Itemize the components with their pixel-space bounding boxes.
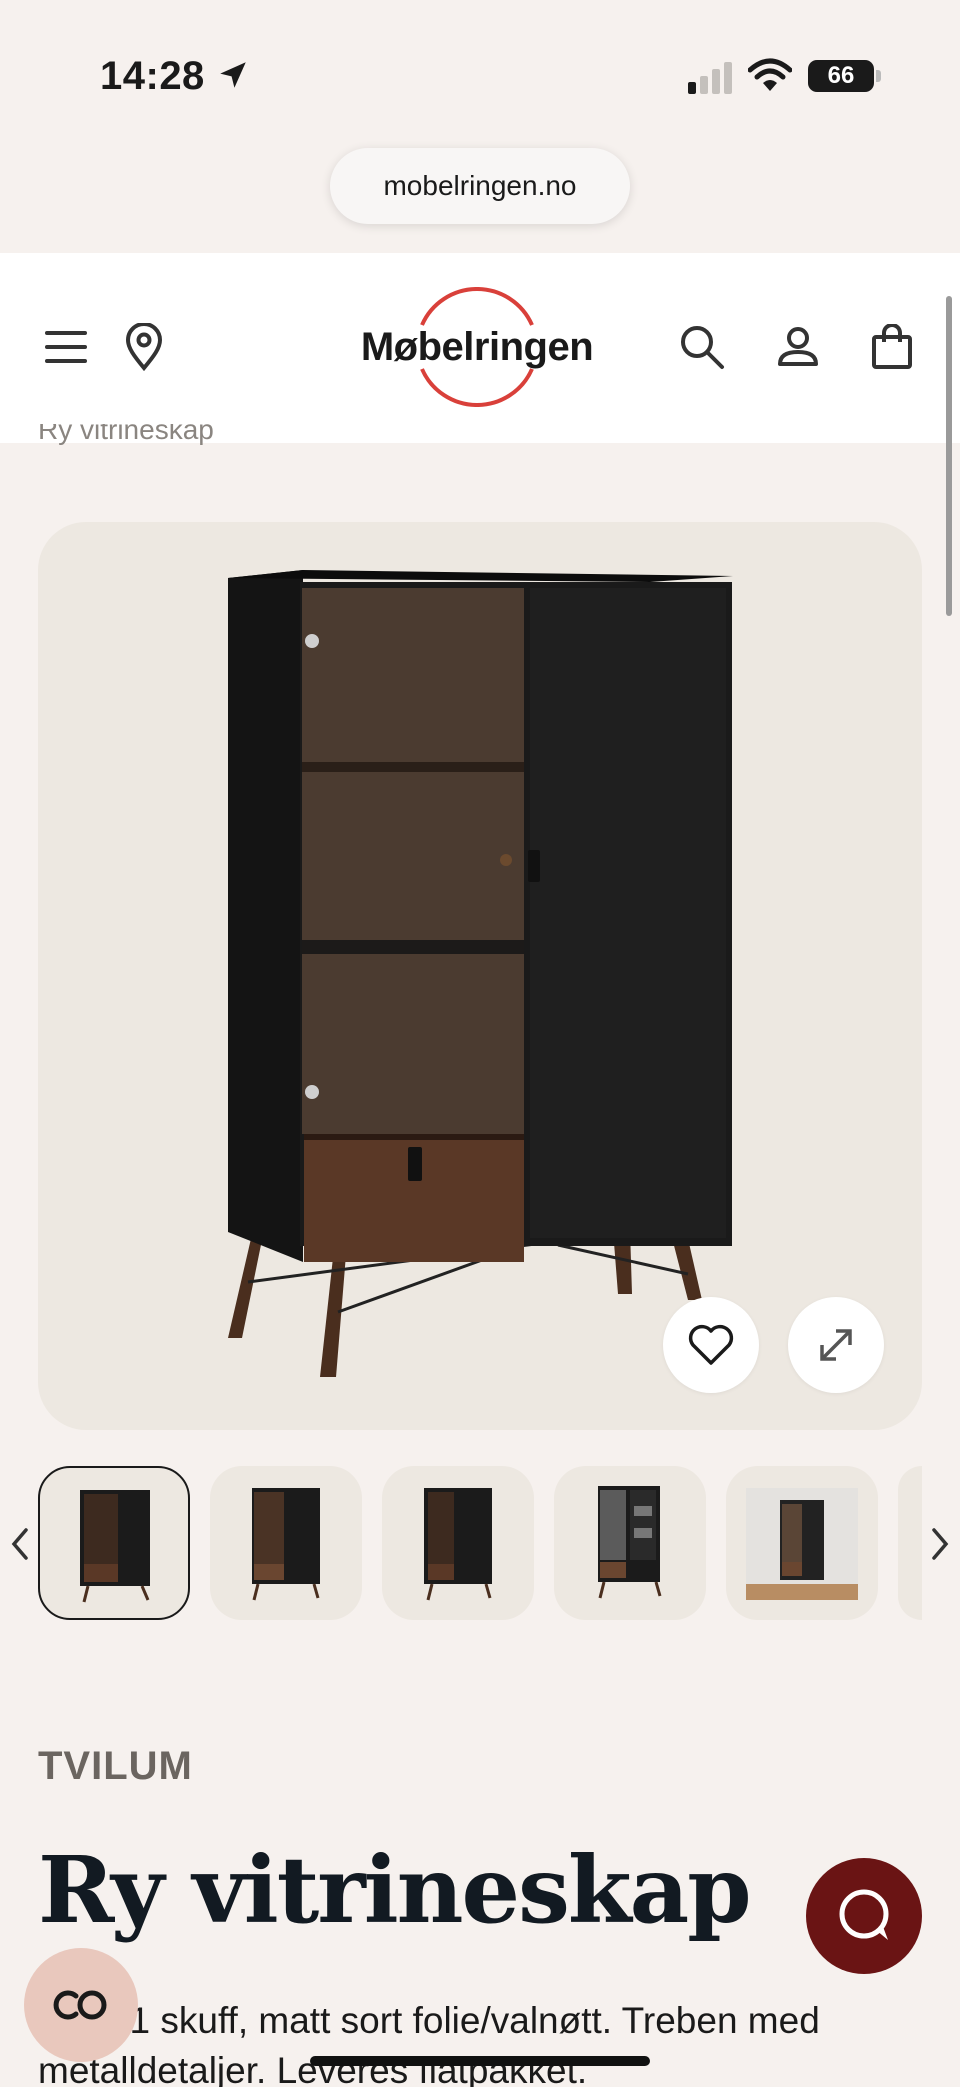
wifi-icon bbox=[748, 58, 792, 91]
menu-icon[interactable] bbox=[38, 319, 94, 375]
cabinet-illustration bbox=[228, 570, 733, 1377]
thumbnail-5[interactable] bbox=[726, 1466, 878, 1620]
product-title: Ry vitrineskap bbox=[38, 1836, 752, 1944]
shopping-bag-icon[interactable] bbox=[864, 319, 920, 375]
product-brand[interactable]: TVILUM bbox=[38, 1744, 193, 1789]
page-scrollbar[interactable] bbox=[946, 296, 952, 616]
search-icon[interactable] bbox=[674, 319, 730, 375]
co-assistant-button[interactable] bbox=[24, 1948, 138, 2062]
chat-button[interactable] bbox=[806, 1858, 922, 1974]
thumbnail-carousel bbox=[0, 1466, 960, 1622]
status-time: 14:28 bbox=[100, 54, 205, 98]
chevron-left-icon[interactable] bbox=[8, 1524, 32, 1564]
home-indicator bbox=[310, 2056, 650, 2066]
expand-icon bbox=[820, 1329, 852, 1361]
battery-cap bbox=[876, 70, 881, 82]
site-logo[interactable]: Møbelringen bbox=[352, 287, 602, 407]
thumbnail-1[interactable] bbox=[38, 1466, 190, 1620]
thumbnail-4[interactable] bbox=[554, 1466, 706, 1620]
logo-text: Møbelringen bbox=[360, 325, 594, 369]
heart-icon bbox=[688, 1324, 734, 1365]
fullscreen-button[interactable] bbox=[788, 1297, 884, 1393]
breadcrumb[interactable]: Ry vitrineskap bbox=[38, 424, 214, 448]
battery-indicator: 66 bbox=[808, 60, 874, 92]
product-description: …er+1 skuff, matt sort folie/valnøtt. Tr… bbox=[38, 2000, 820, 2087]
chat-bubble-icon bbox=[839, 1889, 889, 1940]
co-logo-icon bbox=[53, 1990, 107, 2020]
thumbnail-6-partial[interactable] bbox=[898, 1466, 922, 1620]
status-bar: 14:28 66 bbox=[0, 0, 960, 150]
url-bar[interactable]: mobelringen.no bbox=[330, 148, 630, 224]
site-header: Møbelringen bbox=[0, 253, 960, 443]
chevron-right-icon[interactable] bbox=[928, 1524, 952, 1564]
thumbnail-2[interactable] bbox=[210, 1466, 362, 1620]
location-pin-icon[interactable] bbox=[116, 319, 172, 375]
account-icon[interactable] bbox=[770, 319, 826, 375]
location-arrow-icon bbox=[220, 62, 246, 88]
favorite-button[interactable] bbox=[663, 1297, 759, 1393]
cellular-signal-icon bbox=[688, 60, 734, 94]
product-image[interactable] bbox=[38, 522, 922, 1430]
thumbnail-3[interactable] bbox=[382, 1466, 534, 1620]
